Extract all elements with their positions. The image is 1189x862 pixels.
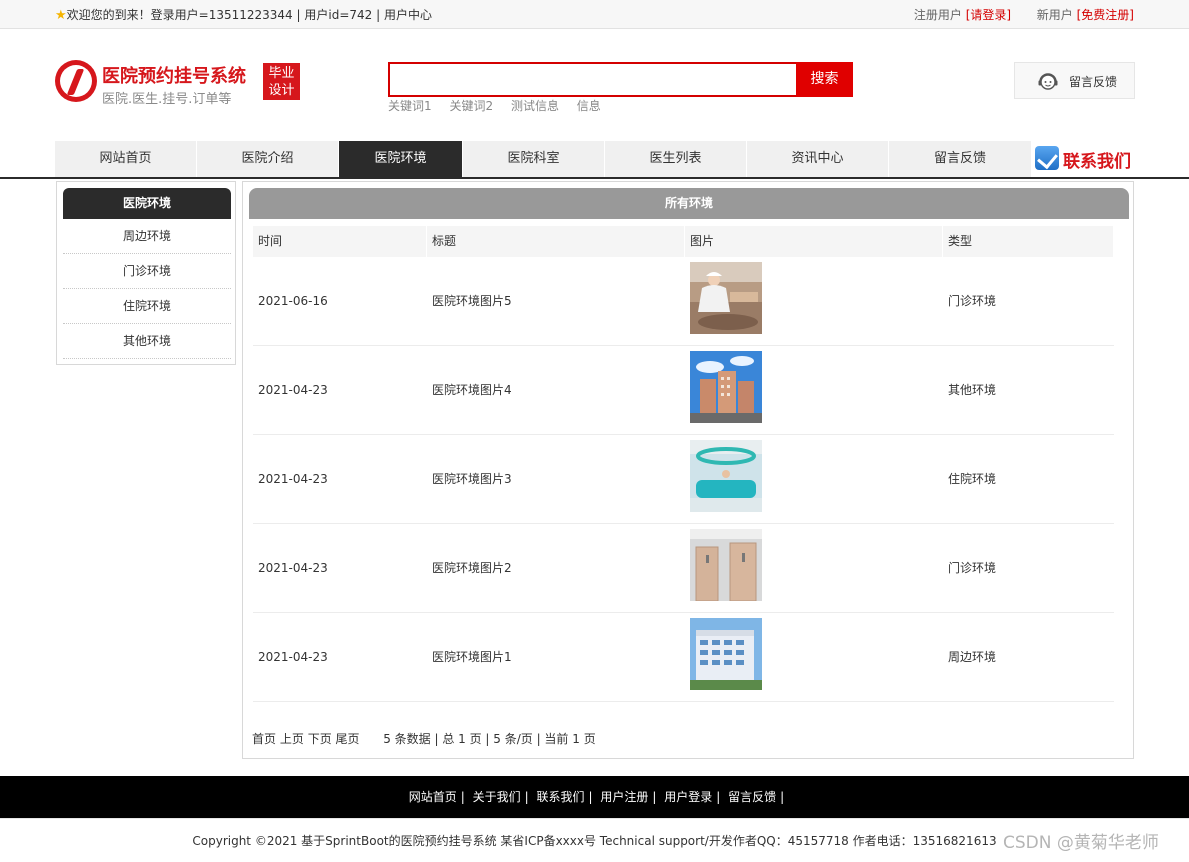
sidebar-title: 医院环境 xyxy=(63,188,231,219)
footer-link-about[interactable]: 关于我们 xyxy=(473,790,521,804)
footer-link-contact[interactable]: 联系我们 xyxy=(537,790,585,804)
sidebar-item-inpatient[interactable]: 住院环境 xyxy=(63,289,231,324)
nav-item-departments[interactable]: 医院科室 xyxy=(463,141,605,177)
main-panel: 所有环境 时间 标题 图片 类型 2021-06-16 医院环境图片5 门诊环境 xyxy=(242,181,1134,759)
main-nav: 网站首页 医院介绍 医院环境 医院科室 医生列表 资讯中心 留言反馈 xyxy=(55,141,1032,177)
row-date: 2021-04-23 xyxy=(258,650,328,664)
sidebar-item-surrounding[interactable]: 周边环境 xyxy=(63,219,231,254)
logo-subtitle: 医院.医生.挂号.订单等 xyxy=(102,92,232,107)
contact-us-label: 联系我们 xyxy=(1063,152,1131,172)
site-logo[interactable]: 医院预约挂号系统 医院.医生.挂号.订单等 毕业 设计 xyxy=(55,58,315,108)
pagination: 首页 上页 下页 尾页 5 条数据 | 总 1 页 | 5 条/页 | 当前 1… xyxy=(252,730,596,747)
welcome-text[interactable]: 欢迎您的到来！登录用户=13511223344 | 用户id=742 | 用户中… xyxy=(67,8,432,22)
table-row: 2021-04-23 医院环境图片1 周边环境 xyxy=(253,613,1114,702)
row-type: 门诊环境 xyxy=(948,561,997,575)
row-title[interactable]: 医院环境图片5 xyxy=(427,257,512,346)
badge-line2: 设计 xyxy=(268,83,295,98)
hospital-building-photo[interactable] xyxy=(690,618,762,690)
footer-link-feedback[interactable]: 留言反馈 xyxy=(728,790,776,804)
free-register-link[interactable]: [免费注册] xyxy=(1077,8,1134,22)
column-header-type: 类型 xyxy=(943,226,1114,257)
customer-service-icon xyxy=(1038,73,1058,90)
row-type: 周边环境 xyxy=(948,650,997,664)
logo-badge: 毕业 设计 xyxy=(263,63,300,100)
pagination-summary: 5 条数据 | 总 1 页 | 5 条/页 | 当前 1 页 xyxy=(383,732,596,746)
column-header-title: 标题 xyxy=(427,226,685,257)
corridor-doors-photo[interactable] xyxy=(690,529,762,601)
feedback-button[interactable]: 留言反馈 xyxy=(1014,62,1135,99)
logo-mark-icon xyxy=(55,60,97,102)
nav-divider xyxy=(0,177,1189,179)
nav-item-news[interactable]: 资讯中心 xyxy=(747,141,889,177)
keyword-link[interactable]: 测试信息 xyxy=(511,99,559,113)
top-bar: ★欢迎您的到来！登录用户=13511223344 | 用户id=742 | 用户… xyxy=(0,0,1189,29)
register-user-label: 注册用户 xyxy=(913,8,962,22)
login-link[interactable]: [请登录] xyxy=(966,8,1011,22)
last-page-link[interactable]: 尾页 xyxy=(336,732,360,746)
row-title[interactable]: 医院环境图片1 xyxy=(427,613,512,702)
table-row: 2021-04-23 医院环境图片4 其他环境 xyxy=(253,346,1114,435)
row-title[interactable]: 医院环境图片3 xyxy=(427,435,512,524)
column-header-time: 时间 xyxy=(253,226,427,257)
welcome-message: ★欢迎您的到来！登录用户=13511223344 | 用户id=742 | 用户… xyxy=(55,6,432,23)
nav-item-hospital-intro[interactable]: 医院介绍 xyxy=(197,141,339,177)
nav-item-doctors[interactable]: 医生列表 xyxy=(605,141,747,177)
first-page-link[interactable]: 首页 xyxy=(252,732,276,746)
row-date: 2021-04-23 xyxy=(258,472,328,486)
search-button[interactable]: 搜索 xyxy=(796,62,853,97)
search-bar: 搜索 xyxy=(388,62,853,97)
table-row: 2021-04-23 医院环境图片3 住院环境 xyxy=(253,435,1114,524)
reception-desk-photo[interactable] xyxy=(690,440,762,512)
table-header: 时间 标题 图片 类型 xyxy=(253,226,1114,257)
footer-nav: 网站首页 | 关于我们 | 联系我们 | 用户注册 | 用户登录 | 留言反馈 | xyxy=(0,776,1189,818)
row-title[interactable]: 医院环境图片2 xyxy=(427,524,512,613)
nav-item-feedback[interactable]: 留言反馈 xyxy=(889,141,1032,177)
sidebar: 医院环境 周边环境 门诊环境 住院环境 其他环境 xyxy=(56,181,236,365)
star-icon: ★ xyxy=(55,8,67,23)
watermark: CSDN @黄菊华老师 xyxy=(1003,833,1159,853)
nav-item-hospital-environment[interactable]: 医院环境 xyxy=(339,141,463,177)
keyword-link[interactable]: 关键词1 xyxy=(388,99,432,113)
sidebar-item-outpatient[interactable]: 门诊环境 xyxy=(63,254,231,289)
row-date: 2021-06-16 xyxy=(258,294,328,308)
keyword-link[interactable]: 关键词2 xyxy=(449,99,493,113)
footer-link-register[interactable]: 用户注册 xyxy=(600,790,648,804)
table-row: 2021-04-23 医院环境图片2 门诊环境 xyxy=(253,524,1114,613)
column-header-image: 图片 xyxy=(685,226,943,257)
row-type: 其他环境 xyxy=(948,383,997,397)
search-input[interactable] xyxy=(388,62,798,97)
table-row: 2021-06-16 医院环境图片5 门诊环境 xyxy=(253,257,1114,346)
prev-page-link[interactable]: 上页 xyxy=(280,732,304,746)
check-icon xyxy=(1035,146,1059,170)
row-title[interactable]: 医院环境图片4 xyxy=(427,346,512,435)
row-date: 2021-04-23 xyxy=(258,383,328,397)
badge-line1: 毕业 xyxy=(268,66,295,81)
footer-link-home[interactable]: 网站首页 xyxy=(409,790,457,804)
row-date: 2021-04-23 xyxy=(258,561,328,575)
building-sky-photo[interactable] xyxy=(690,351,762,423)
account-links: 注册用户 [请登录] 新用户 [免费注册] xyxy=(914,6,1134,23)
next-page-link[interactable]: 下页 xyxy=(308,732,332,746)
footer-link-login[interactable]: 用户登录 xyxy=(664,790,712,804)
nav-item-home[interactable]: 网站首页 xyxy=(55,141,197,177)
logo-title: 医院预约挂号系统 xyxy=(102,66,246,87)
panel-title: 所有环境 xyxy=(249,188,1129,219)
row-type: 门诊环境 xyxy=(948,294,997,308)
row-type: 住院环境 xyxy=(948,472,997,486)
feedback-label: 留言反馈 xyxy=(1069,75,1118,89)
sidebar-item-other[interactable]: 其他环境 xyxy=(63,324,231,359)
nurse-photo[interactable] xyxy=(690,262,762,334)
new-user-label: 新用户 xyxy=(1036,8,1073,22)
keyword-link[interactable]: 信息 xyxy=(577,99,601,113)
hot-keywords: 关键词1 关键词2 测试信息 信息 xyxy=(388,97,615,114)
